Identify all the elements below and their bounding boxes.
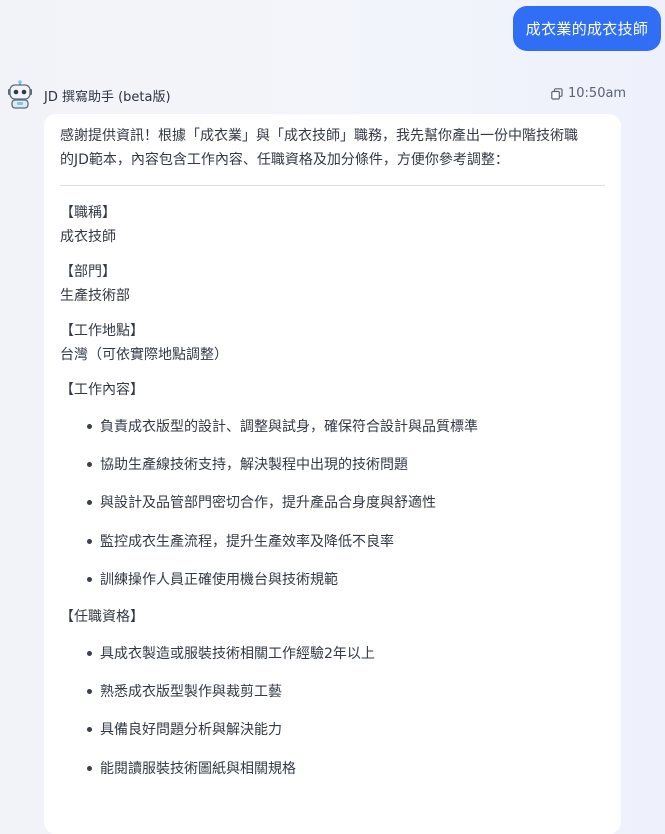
qualification-text: 具備良好問題分析與解決能力 [100, 722, 282, 738]
duty-item: 監控成衣生產流程，提升生產效率及降低不良率 [87, 531, 394, 551]
job-title-value: 成衣技師 [60, 229, 116, 245]
message-intro: 感謝提供資訊！根據「成衣業」與「成衣技師」職務，我先幫你產出一份中階技術職 的J… [60, 124, 612, 172]
duty-text: 訓練操作人員正確使用機台與技術規範 [100, 572, 338, 588]
section-title-job-title: 【職稱】 [60, 205, 116, 221]
copy-icon[interactable] [551, 87, 563, 100]
intro-line-1: 感謝提供資訊！根據「成衣業」與「成衣技師」職務，我先幫你產出一份中階技術職 [60, 128, 578, 144]
duty-text: 協助生產線技術支持，解決製程中出現的技術問題 [100, 457, 408, 473]
user-message-text: 成衣業的成衣技師 [525, 20, 649, 38]
section-title-duties: 【工作內容】 [60, 382, 144, 398]
bullet-dot-icon [87, 650, 92, 656]
qualification-item: 能閱讀服裝技術圖紙與相關規格 [87, 758, 296, 778]
bullet-dot-icon [87, 726, 92, 732]
qualification-text: 具成衣製造或服裝技術相關工作經驗2年以上 [100, 646, 375, 662]
bullet-dot-icon [87, 576, 92, 582]
bullet-dot-icon [87, 461, 92, 467]
qualification-text: 能閱讀服裝技術圖紙與相關規格 [100, 761, 296, 777]
duty-item: 訓練操作人員正確使用機台與技術規範 [87, 569, 338, 589]
duty-item: 與設計及品管部門密切合作，提升產品合身度與舒適性 [87, 492, 436, 512]
duty-text: 負責成衣版型的設計、調整與試身，確保符合設計與品質標準 [100, 419, 478, 435]
user-message-bubble: 成衣業的成衣技師 [513, 6, 661, 51]
message-timestamp: 10:50am [568, 86, 627, 101]
qualification-item: 熟悉成衣版型製作與裁剪工藝 [87, 681, 282, 701]
section-title-location: 【工作地點】 [60, 323, 144, 339]
divider [60, 185, 605, 186]
message-meta: 10:50am [551, 86, 626, 101]
department-value: 生產技術部 [60, 288, 130, 304]
duty-text: 監控成衣生產流程，提升生產效率及降低不良率 [100, 534, 394, 550]
duty-item: 協助生產線技術支持，解決製程中出現的技術問題 [87, 454, 408, 474]
bullet-dot-icon [87, 499, 92, 505]
qualification-item: 具成衣製造或服裝技術相關工作經驗2年以上 [87, 643, 375, 663]
duty-item: 負責成衣版型的設計、調整與試身，確保符合設計與品質標準 [87, 416, 478, 436]
duty-text: 與設計及品管部門密切合作，提升產品合身度與舒適性 [100, 495, 436, 511]
section-title-qualifications: 【任職資格】 [60, 609, 144, 625]
location-value: 台灣（可依實際地點調整） [60, 347, 228, 363]
qualification-text: 熟悉成衣版型製作與裁剪工藝 [100, 684, 282, 700]
bot-name: JD 撰寫助手 (beta版) [44, 90, 171, 105]
bullet-dot-icon [87, 538, 92, 544]
bullet-dot-icon [87, 765, 92, 771]
intro-line-2: 的JD範本，內容包含工作內容、任職資格及加分條件，方便你參考調整： [60, 152, 509, 168]
section-title-department: 【部門】 [60, 264, 116, 280]
bullet-dot-icon [87, 688, 92, 694]
qualification-item: 具備良好問題分析與解決能力 [87, 719, 282, 739]
bullet-dot-icon [87, 423, 92, 429]
robot-avatar-icon [6, 80, 34, 110]
